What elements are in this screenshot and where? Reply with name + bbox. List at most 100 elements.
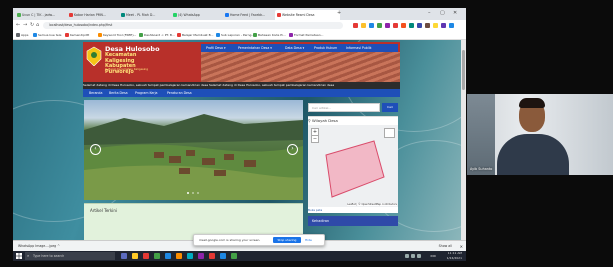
- bookmark-item[interactable]: Keyword Tool (FREE)...: [98, 32, 136, 38]
- bookmark-label: Format Pemetaan...: [294, 33, 324, 37]
- taskbar-search-input[interactable]: ⌕ Type here to search: [25, 252, 115, 260]
- kehadiran-panel: Kehadiran: [308, 216, 398, 226]
- main-navigation: Beranda Berita Desa Program Kerja Peratu…: [83, 89, 400, 97]
- extension-icon[interactable]: [449, 23, 454, 28]
- extension-icon[interactable]: [393, 23, 398, 28]
- windows-start-icon[interactable]: [16, 253, 22, 259]
- download-item[interactable]: WhatsApp Image....jpeg ^: [18, 243, 60, 250]
- taskbar-app-icon[interactable]: [154, 253, 160, 259]
- language-indicator[interactable]: IND: [431, 251, 436, 261]
- search-button[interactable]: Cari: [382, 103, 398, 112]
- bookmark-item[interactable]: Dashboard < PT. B...: [139, 32, 175, 38]
- bookmark-item[interactable]: Format Pemetaan...: [289, 32, 323, 38]
- system-tray-clock[interactable]: 11:11 AM 1/24/2021: [447, 251, 462, 261]
- address-row: ← → ↻ ⌂ localhost/desa_hulosobo/index.ph…: [13, 20, 466, 31]
- home-icon[interactable]: ⌂: [36, 22, 39, 28]
- extension-icon[interactable]: [417, 23, 422, 28]
- image-slider: ‹ ›: [84, 100, 303, 200]
- close-icon[interactable]: ✕: [460, 243, 463, 250]
- extension-icon[interactable]: [385, 23, 390, 28]
- hide-button[interactable]: Hide: [305, 237, 312, 243]
- nav-berita-desa[interactable]: Berita Desa: [109, 89, 128, 97]
- nav-peraturan-desa[interactable]: Peraturan Desa: [167, 89, 192, 97]
- bookmark-item[interactable]: Bahasan Kode Pi...: [253, 32, 286, 38]
- slider-dot[interactable]: [187, 192, 189, 194]
- nav-data-desa[interactable]: Data Desa ▾: [285, 44, 304, 52]
- new-tab-button[interactable]: +: [337, 10, 341, 16]
- tab-favicon-icon: [121, 13, 125, 17]
- slider-dot[interactable]: [197, 192, 199, 194]
- village-map[interactable]: + − Leaflet | © OpenStreetMap contributo…: [308, 125, 398, 207]
- house-roof: [224, 154, 234, 160]
- nav-program-kerja[interactable]: Program Kerja: [135, 89, 158, 97]
- extension-icon[interactable]: [401, 23, 406, 28]
- nav-informasi-publik[interactable]: Informasi Publik: [346, 44, 371, 52]
- map-footer-link[interactable]: Buka peta: [308, 207, 398, 213]
- bookmark-label: Belajar Membuat B...: [182, 33, 214, 37]
- bookmark-item[interactable]: Semua kue tele: [33, 32, 61, 38]
- map-zoom-out-button[interactable]: −: [311, 135, 319, 143]
- taskbar-app-icon[interactable]: [198, 253, 204, 259]
- bookmark-item[interactable]: Sub Laporan - Perng...: [216, 32, 254, 38]
- bookmark-label: Keyword Tool (FREE)...: [103, 33, 137, 37]
- taskbar-app-icon[interactable]: [132, 253, 138, 259]
- browser-tab[interactable]: Home Feed | Facebk...: [223, 10, 280, 20]
- stop-sharing-button[interactable]: Stop sharing: [273, 237, 301, 243]
- browser-tab-bar: Ucun C | TIK - jadw... Kabar Harian PMN.…: [13, 8, 466, 20]
- article-search-input[interactable]: Cari artikel...: [308, 103, 380, 112]
- slider-next-button[interactable]: ›: [287, 144, 298, 155]
- taskbar-app-icon[interactable]: [176, 253, 182, 259]
- forward-icon[interactable]: →: [23, 22, 27, 28]
- extension-icon[interactable]: [441, 23, 446, 28]
- browser-tab[interactable]: (4) WhatsApp: [171, 10, 228, 20]
- scrollbar-thumb[interactable]: [462, 50, 465, 90]
- nav-beranda[interactable]: Beranda: [89, 89, 102, 97]
- nav-pemerintahan-desa[interactable]: Pemerintahan Desa ▾: [238, 44, 272, 52]
- browser-tab[interactable]: Meet - PL Riah D...: [119, 10, 176, 20]
- taskbar-app-icon[interactable]: [231, 253, 237, 259]
- chevron-up-icon[interactable]: ^: [57, 244, 60, 248]
- taskbar-app-icon[interactable]: [187, 253, 193, 259]
- slider-prev-button[interactable]: ‹: [90, 144, 101, 155]
- nav-profil-desa[interactable]: Profil Desa ▾: [206, 44, 226, 52]
- bookmark-item[interactable]: Belajar Membuat B...: [177, 32, 213, 38]
- taskbar-app-icon[interactable]: [165, 253, 171, 259]
- extension-icon[interactable]: [369, 23, 374, 28]
- browser-tab[interactable]: Ucun C | TIK - jadw...: [15, 10, 72, 20]
- site-subtitle: Kecamatan Kaligesing Kabupaten Purworejo: [105, 52, 165, 75]
- nav-produk-hukum[interactable]: Produk Hukum: [314, 44, 337, 52]
- bookmark-item[interactable]: Apps: [16, 32, 28, 38]
- extension-icon[interactable]: [377, 23, 382, 28]
- map-attribution[interactable]: Leaflet | © OpenStreetMap contributors: [347, 203, 397, 206]
- bookmark-icon: [216, 33, 220, 37]
- back-icon[interactable]: ←: [16, 22, 20, 28]
- taskbar-app-icon[interactable]: [220, 253, 226, 259]
- taskbar-app-icon[interactable]: [209, 253, 215, 259]
- close-window-button[interactable]: ✕: [453, 10, 457, 16]
- extension-icon[interactable]: [425, 23, 430, 28]
- extension-icon[interactable]: [433, 23, 438, 28]
- extension-icon[interactable]: [409, 23, 414, 28]
- network-icon[interactable]: [417, 254, 421, 258]
- shared-screen: Ucun C | TIK - jadw... Kabar Harian PMN.…: [13, 8, 466, 261]
- kehadiran-title: Kehadiran: [312, 219, 330, 223]
- taskbar-app-icon[interactable]: [121, 253, 127, 259]
- bookmark-item[interactable]: Kemendipdtt: [65, 32, 89, 38]
- volume-icon[interactable]: [411, 254, 415, 258]
- slider-dot[interactable]: [192, 192, 194, 194]
- extension-icon[interactable]: [361, 23, 366, 28]
- minimize-button[interactable]: –: [428, 10, 431, 16]
- browser-tab[interactable]: Kabar Harian PMN...: [67, 10, 124, 20]
- extension-icon[interactable]: [353, 23, 358, 28]
- url-bar[interactable]: localhost/desa_hulosobo/index.php/first: [43, 22, 343, 29]
- page-scrollbar[interactable]: [461, 40, 466, 240]
- map-layers-icon[interactable]: [384, 128, 395, 138]
- show-all-button[interactable]: Show all: [439, 243, 452, 250]
- taskbar-app-icon[interactable]: [143, 253, 149, 259]
- maximize-button[interactable]: ▢: [440, 10, 445, 16]
- browser-tab-active[interactable]: Website Resmi Desa: [275, 10, 340, 20]
- reload-icon[interactable]: ↻: [30, 22, 34, 28]
- bookmark-label: Sub Laporan - Perng...: [221, 33, 255, 37]
- participant-video[interactable]: Ayib Suhanto: [467, 94, 613, 175]
- battery-icon[interactable]: [405, 254, 409, 258]
